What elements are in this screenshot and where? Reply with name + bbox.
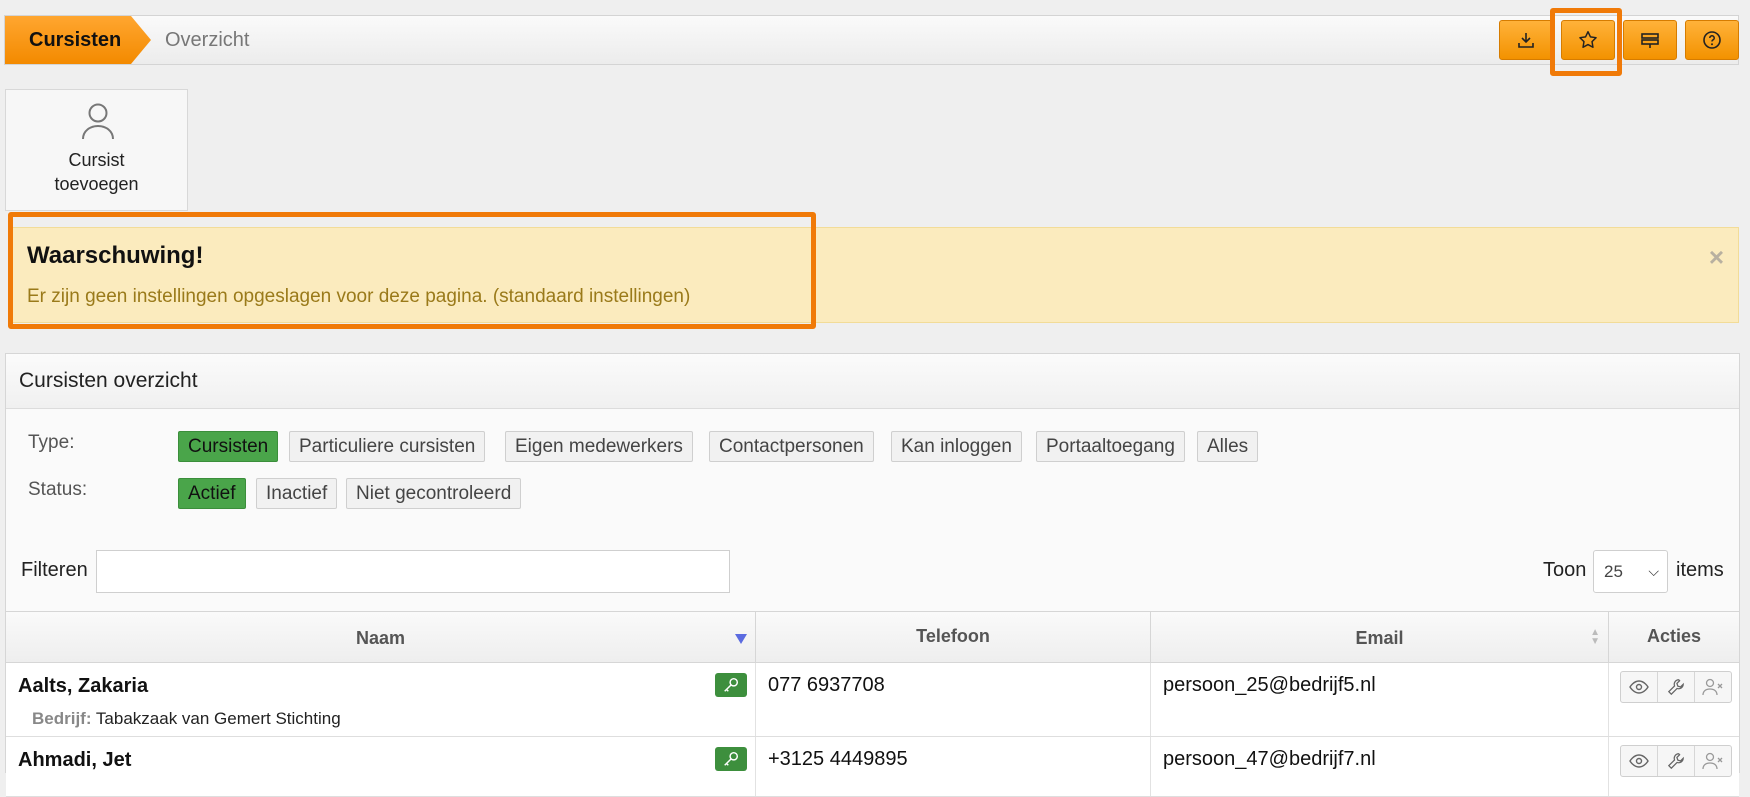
chip-status-inactief[interactable]: Inactief <box>256 478 338 509</box>
login-key-button[interactable] <box>715 673 747 697</box>
table-row: Ahmadi, Jet +3125 4449895 persoon_47@bed… <box>6 737 1739 797</box>
column-email-label: Email <box>1355 628 1404 648</box>
cell-email: persoon_47@bedrijf7.nl <box>1151 737 1609 796</box>
filter-label: Filteren <box>21 559 88 581</box>
items-label: items <box>1676 559 1724 581</box>
help-button[interactable] <box>1685 20 1739 60</box>
highlight-warning <box>8 212 816 329</box>
wrench-icon <box>1667 679 1684 696</box>
column-naam[interactable]: Naam <box>6 612 756 662</box>
deactivate-user-button[interactable] <box>1695 672 1731 702</box>
row-name[interactable]: Ahmadi, Jet <box>18 749 131 772</box>
breadcrumb-cursisten[interactable]: Cursisten <box>5 16 151 64</box>
column-email[interactable]: Email ▲ ▼ <box>1151 612 1609 662</box>
top-bar: Cursisten Overzicht <box>4 15 1739 65</box>
highlight-favorite <box>1550 8 1622 76</box>
column-naam-label: Naam <box>355 628 406 648</box>
download-button[interactable] <box>1499 20 1553 60</box>
columns-button[interactable] <box>1623 20 1677 60</box>
download-icon <box>1518 33 1534 48</box>
cell-naam: Ahmadi, Jet <box>6 737 756 796</box>
view-button[interactable] <box>1621 746 1658 776</box>
table-header: Naam Telefoon Email ▲ ▼ Acties <box>6 611 1739 663</box>
chip-type-kan-inloggen[interactable]: Kan inloggen <box>891 431 1022 462</box>
column-telefoon: Telefoon <box>756 612 1151 662</box>
cursisten-panel: Cursisten overzicht Type: Cursisten Part… <box>5 353 1740 797</box>
column-acties: Acties <box>1646 626 1702 646</box>
view-button[interactable] <box>1621 672 1658 702</box>
login-key-button[interactable] <box>715 747 747 771</box>
edit-button[interactable] <box>1658 746 1695 776</box>
row-actions <box>1620 745 1732 777</box>
page-size-select[interactable]: 25 ⌵ <box>1593 550 1668 593</box>
columns-icon <box>1641 33 1659 48</box>
cell-naam: Aalts, Zakaria Bedrijf: Tabakzaak van Ge… <box>6 663 756 736</box>
chip-status-actief[interactable]: Actief <box>178 478 246 509</box>
company-label: Bedrijf: <box>32 709 92 728</box>
row-email: persoon_47@bedrijf7.nl <box>1163 748 1376 770</box>
add-cursist-label-line2: toevoegen <box>54 174 139 194</box>
user-remove-icon <box>1702 678 1723 696</box>
deactivate-user-button[interactable] <box>1695 746 1731 776</box>
filter-input[interactable] <box>96 550 730 593</box>
add-cursist-button[interactable]: Cursist toevoegen <box>5 89 188 211</box>
close-icon[interactable]: × <box>1709 242 1724 273</box>
chip-type-particuliere[interactable]: Particuliere cursisten <box>289 431 486 462</box>
row-email: persoon_25@bedrijf5.nl <box>1163 674 1376 696</box>
user-remove-icon <box>1702 752 1723 770</box>
user-icon <box>82 103 114 140</box>
table-row: Aalts, Zakaria Bedrijf: Tabakzaak van Ge… <box>6 663 1739 737</box>
panel-title: Cursisten overzicht <box>6 354 1739 409</box>
row-phone: 077 6937708 <box>768 674 885 696</box>
chip-status-niet-gecontroleerd[interactable]: Niet gecontroleerd <box>346 478 522 509</box>
row-actions <box>1620 671 1732 703</box>
company-value: Tabakzaak van Gemert Stichting <box>95 709 341 728</box>
cell-telefoon: 077 6937708 <box>756 663 1151 736</box>
chip-type-cursisten[interactable]: Cursisten <box>178 431 279 462</box>
eye-icon <box>1629 680 1649 694</box>
edit-button[interactable] <box>1658 672 1695 702</box>
eye-icon <box>1629 754 1649 768</box>
help-icon <box>1703 31 1721 49</box>
key-icon <box>724 677 739 692</box>
sort-icon: ▲ ▼ <box>1590 627 1600 647</box>
row-company: Bedrijf: Tabakzaak van Gemert Stichting <box>32 709 341 729</box>
sort-desc-icon <box>735 634 747 644</box>
cell-email: persoon_25@bedrijf5.nl <box>1151 663 1609 736</box>
chevron-down-icon: ⌵ <box>1648 563 1659 579</box>
type-label: Type: <box>28 432 75 453</box>
key-icon <box>724 751 739 766</box>
add-cursist-label-line1: Cursist <box>68 150 125 170</box>
row-phone: +3125 4449895 <box>768 748 908 770</box>
wrench-icon <box>1667 753 1684 770</box>
breadcrumb-overzicht: Overzicht <box>165 29 250 51</box>
chip-type-portaaltoegang[interactable]: Portaaltoegang <box>1036 431 1185 462</box>
page-size-value: 25 <box>1604 562 1623 581</box>
status-label: Status: <box>28 479 88 500</box>
add-cursist-label: Cursist toevoegen <box>6 148 187 196</box>
chip-type-alles[interactable]: Alles <box>1197 431 1259 462</box>
row-name[interactable]: Aalts, Zakaria <box>18 675 148 698</box>
cell-telefoon: +3125 4449895 <box>756 737 1151 796</box>
chip-type-contactpersonen[interactable]: Contactpersonen <box>709 431 874 462</box>
show-label: Toon <box>1543 559 1587 581</box>
chip-type-eigen-medewerkers[interactable]: Eigen medewerkers <box>505 431 693 462</box>
